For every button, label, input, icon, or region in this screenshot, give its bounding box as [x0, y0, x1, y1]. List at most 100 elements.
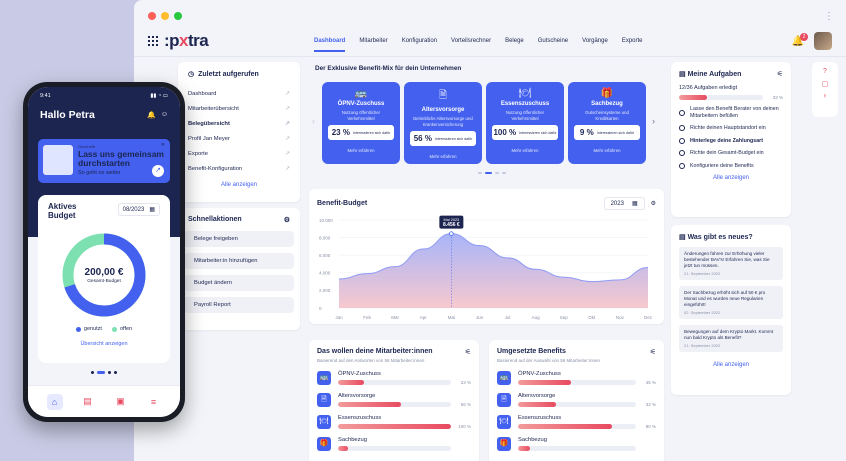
list-item[interactable]: 🍽 Essenszuschuss 80 %	[497, 415, 656, 429]
benefit-name: ÖPNV-Zuschuss	[518, 371, 561, 377]
more-link[interactable]: Mehr erfahren	[404, 154, 482, 159]
more-link[interactable]: Mehr erfahren	[322, 148, 400, 153]
year-select[interactable]: 2023 ▦	[603, 197, 645, 210]
filter-icon[interactable]: ⚟	[777, 70, 783, 78]
list-item[interactable]: 🚌 ÖPNV-Zuschuss 23 %	[317, 371, 471, 385]
checkbox-icon[interactable]	[679, 109, 685, 116]
document-icon[interactable]: ▤	[80, 394, 96, 410]
carousel-next-icon[interactable]: ›	[652, 116, 655, 126]
more-link[interactable]: Mehr erfahren	[486, 148, 564, 153]
recent-item-mitarbeiteruebersicht[interactable]: Mitarbeiterübersicht ↗	[188, 101, 290, 116]
checkbox-icon[interactable]	[679, 137, 685, 144]
task-item[interactable]: Lasse den Benefit Berater von deinen Mit…	[679, 106, 783, 119]
nav-mitarbeiter[interactable]: Mitarbeiter	[359, 38, 387, 44]
budget-chart-card: Benefit-Budget 2023 ▦ ⚙ 10.000 8.000 6.000 4…	[309, 189, 664, 324]
task-item[interactable]: Richte deinen Hauptstandort ein	[679, 125, 783, 132]
benefit-card-essenszuschuss[interactable]: 🍽 Essenszuschuss Nutzung öffentlicher Ve…	[486, 82, 564, 164]
bulb-icon[interactable]: ♀	[822, 93, 827, 100]
avatar[interactable]	[814, 32, 832, 50]
checkbox-icon[interactable]	[679, 150, 685, 157]
tasks-show-all-link[interactable]: Alle anzeigen	[679, 175, 783, 181]
benefit-card-oepnv[interactable]: 🚌 ÖPNV-Zuschuss Nutzung öffentlicher Ver…	[322, 82, 400, 164]
bus-icon: 🚌	[354, 88, 368, 99]
nav-konfiguration[interactable]: Konfiguration	[402, 38, 437, 44]
phone-mockup: 9:41 ▮▮ ◔ ▭ Hallo Petra 🔔 ☺ ✕ Geschafft Las…	[23, 82, 185, 422]
nav-exporte[interactable]: Exporte	[622, 38, 643, 44]
list-item[interactable]: 🎁 Sachbezug	[497, 437, 656, 451]
list-item[interactable]: 🎁 Sachbezug	[317, 437, 471, 451]
implemented-subtitle: Basierend auf der Auswahl von 56 Mitarbe…	[497, 358, 601, 363]
recent-item-profil[interactable]: Profil Jan Meyer ↗	[188, 131, 290, 146]
more-link[interactable]: Mehr erfahren	[568, 148, 646, 153]
filter-icon[interactable]: ⚟	[465, 348, 471, 356]
checkbox-icon[interactable]	[679, 162, 685, 169]
quick-action-budget-aendern[interactable]: Budget ändern	[184, 275, 294, 291]
apps-grid-icon[interactable]	[148, 36, 158, 46]
checkbox-icon[interactable]	[679, 125, 685, 132]
benefit-card-altersvorsorge[interactable]: 🗎 Altersvorsorge Betriebliche Altersvors…	[404, 82, 482, 164]
task-item[interactable]: Konfiguriere deine Benefits	[679, 163, 783, 170]
news-show-all-link[interactable]: Alle anzeigen	[679, 362, 783, 368]
quick-action-mitarbeiter-hinzufuegen[interactable]: Mitarbeiter:in hinzufügen	[184, 253, 294, 269]
quick-action-belege-freigeben[interactable]: Belege freigeben	[184, 231, 294, 247]
list-item[interactable]: 🗎 Altersvorsorge 56 %	[317, 393, 471, 407]
bell-icon[interactable]: 🔔	[147, 111, 156, 119]
y-tick-label: 10.000	[319, 218, 333, 223]
list-item[interactable]: 🍽 Essenszuschuss 100 %	[317, 415, 471, 429]
minimize-window-button[interactable]	[161, 12, 169, 20]
x-tick-label: Nov	[616, 315, 625, 320]
arrow-right-icon[interactable]: ↗	[152, 165, 164, 177]
recent-item-benefit-konfiguration[interactable]: Benefit-Konfiguration ↗	[188, 161, 290, 176]
carousel-prev-icon[interactable]: ‹	[312, 116, 315, 126]
maximize-window-button[interactable]	[174, 12, 182, 20]
benefit-percent: 23 %	[460, 380, 471, 385]
task-item[interactable]: Richte dein Gesamt-Budget ein	[679, 150, 783, 157]
quick-actions-title: Schnellaktionen	[188, 216, 242, 223]
close-window-button[interactable]	[148, 12, 156, 20]
gear-icon[interactable]: ⚙	[651, 200, 656, 207]
task-item[interactable]: Hinterlege deine Zahlungsart	[679, 138, 783, 145]
x-tick-label: Aug	[532, 315, 541, 320]
gift-icon[interactable]: ▣	[113, 394, 129, 410]
phone-screen: 9:41 ▮▮ ◔ ▭ Hallo Petra 🔔 ☺ ✕ Geschafft Las…	[28, 87, 180, 417]
home-icon[interactable]: ⌂	[46, 393, 63, 410]
recent-item-beleguebersicht[interactable]: Belegübersicht ↗	[188, 116, 290, 131]
carousel-dots	[478, 172, 506, 174]
chat-icon[interactable]: ▢	[822, 80, 829, 88]
active-budget-title: Aktives Budget	[48, 202, 77, 220]
news-item[interactable]: Änderungen führen zur Erhöhung vieler be…	[679, 247, 783, 280]
benefit-card-sachbezug[interactable]: 🎁 Sachbezug Gutscheinsysteme und Kreditk…	[568, 82, 646, 164]
overview-link[interactable]: Übersicht anzeigen	[48, 341, 160, 347]
menu-icon[interactable]: ≡	[146, 394, 162, 410]
news-item[interactable]: Bewegungen auf dem Krypto Markt. Kommt n…	[679, 325, 783, 352]
kebab-menu-icon[interactable]: ⋮	[824, 11, 834, 22]
benefit-name: Altersvorsorge	[518, 393, 556, 399]
profile-icon[interactable]: ☺	[161, 111, 168, 119]
tasks-card: ▤ Meine Aufgaben ⚟ 12/36 Aufgaben erledig…	[671, 62, 791, 217]
quick-action-payroll-report[interactable]: Payroll Report	[184, 297, 294, 313]
nav-vorteilsrechner[interactable]: Vorteilsrechner	[451, 38, 491, 44]
recent-show-all-link[interactable]: Alle anzeigen	[188, 182, 290, 188]
news-card: ▤ Was gibt es neues? Änderungen führen z…	[671, 225, 791, 395]
benefit-progress-bar	[338, 424, 451, 429]
budget-amount-label: Gesamt-Budget	[87, 278, 121, 284]
app-logo[interactable]: :pxtra	[164, 31, 209, 51]
nav-vorgaenge[interactable]: Vorgänge	[582, 38, 608, 44]
promo-banner[interactable]: ✕ Geschafft Lass uns gemeinsam durchstar…	[38, 139, 170, 183]
y-tick-label: 0	[319, 306, 322, 311]
benefit-name: Altersvorsorge	[338, 393, 376, 399]
recent-item-dashboard[interactable]: Dashboard ↗	[188, 86, 290, 101]
nav-gutscheine[interactable]: Gutscheine	[538, 38, 568, 44]
news-item[interactable]: Der Sachbezug erhöht sich auf 50 € pro M…	[679, 286, 783, 319]
help-icon[interactable]: ?	[823, 68, 827, 75]
filter-icon[interactable]: ⚟	[650, 348, 656, 356]
promo-illustration	[43, 145, 73, 175]
gear-icon[interactable]: ⚙	[284, 216, 290, 224]
list-item[interactable]: 🚌 ÖPNV-Zuschuss 45 %	[497, 371, 656, 385]
month-select[interactable]: 08/2023 ▦	[117, 203, 160, 216]
list-item[interactable]: 🗎 Altersvorsorge 32 %	[497, 393, 656, 407]
recent-item-exporte[interactable]: Exporte ↗	[188, 146, 290, 161]
tasks-progress-text: 12/36 Aufgaben erledigt	[679, 85, 738, 91]
nav-belege[interactable]: Belege	[505, 38, 524, 44]
nav-dashboard[interactable]: Dashboard	[314, 38, 346, 52]
